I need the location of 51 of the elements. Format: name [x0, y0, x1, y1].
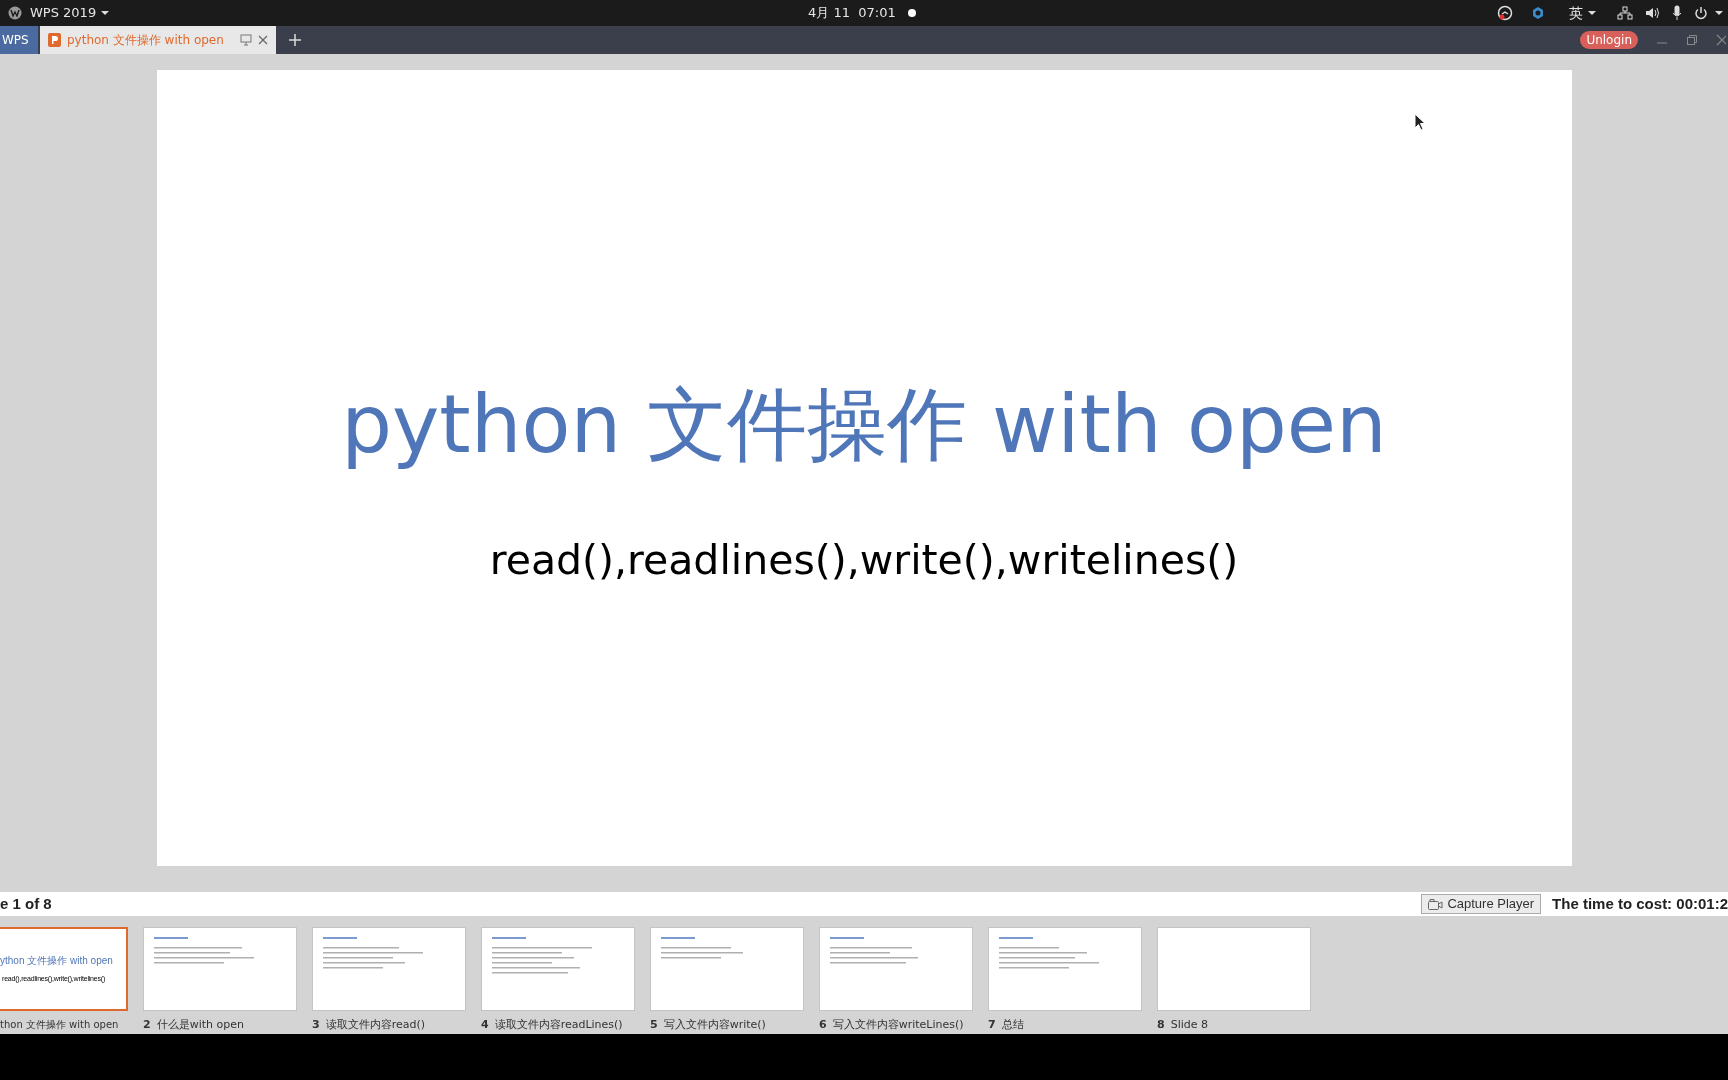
restore-icon[interactable] — [1686, 34, 1698, 46]
slide-label: 读取文件内容readLines() — [494, 1017, 623, 1033]
slide-thumbnail[interactable] — [481, 927, 635, 1011]
time-cost: The time to cost: 00:01:2 — [1552, 893, 1728, 914]
slide-thumbnail[interactable] — [819, 927, 973, 1011]
app-menu[interactable]: WPS 2019 — [26, 3, 115, 23]
slide-number: 2 — [143, 1017, 151, 1033]
thumbnail-title: ython 文件操作 with open — [0, 954, 113, 968]
tab-label: python 文件操作 with open — [67, 32, 224, 49]
mouse-cursor-icon — [1414, 113, 1426, 131]
slide-label: 什么是with open — [156, 1017, 244, 1033]
volume-icon[interactable] — [1645, 6, 1660, 20]
slide-subtitle: read(),readlines(),write(),writelines() — [489, 536, 1239, 584]
capture-player-button[interactable]: Capture Player — [1421, 894, 1542, 914]
slide-thumbnail[interactable] — [650, 927, 804, 1011]
slide-number: 8 — [1157, 1017, 1165, 1033]
slide-label: 写入文件内容write() — [663, 1017, 766, 1033]
slide-title: python 文件操作 with open — [341, 380, 1387, 470]
slide-label: Slide 8 — [1170, 1017, 1208, 1033]
wps-logo-icon — [8, 6, 22, 20]
slide-label: 读取文件内容read() — [325, 1017, 425, 1033]
slide-thumbnail[interactable] — [988, 927, 1142, 1011]
slide-number: 4 — [481, 1017, 489, 1033]
slide-number: 6 — [819, 1017, 827, 1033]
camera-icon — [1428, 898, 1444, 910]
close-icon[interactable] — [1716, 34, 1726, 46]
slide-label: 总结 — [1001, 1017, 1024, 1033]
home-tab[interactable]: WPS — [0, 26, 38, 54]
slide-number: 7 — [988, 1017, 996, 1033]
caret-icon[interactable] — [1714, 10, 1724, 16]
plus-icon — [289, 34, 301, 46]
slide-number: 3 — [312, 1017, 320, 1033]
caret-icon — [1587, 10, 1597, 16]
presentation-icon[interactable] — [240, 34, 252, 46]
slide-thumbnail[interactable] — [143, 927, 297, 1011]
microphone-icon[interactable] — [1672, 5, 1682, 21]
slide-counter: e 1 of 8 — [0, 893, 52, 914]
unlogin-button[interactable]: Unlogin — [1580, 31, 1638, 49]
slide-label: 写入文件内容writeLines() — [832, 1017, 964, 1033]
slide-label: thon 文件操作 with open — [0, 1018, 119, 1032]
slide-thumbnail[interactable] — [1157, 927, 1311, 1011]
close-icon[interactable] — [258, 35, 268, 45]
slide-number: 5 — [650, 1017, 658, 1033]
power-icon[interactable] — [1694, 6, 1708, 20]
app-tray-icon[interactable] — [1497, 5, 1513, 21]
network-icon[interactable] — [1617, 6, 1633, 20]
input-method-menu[interactable]: 英 — [1569, 2, 1597, 24]
slide-thumbnail[interactable] — [312, 927, 466, 1011]
caret-icon — [100, 10, 111, 16]
clock: 4月 11 07:01 — [808, 4, 896, 23]
presentation-file-icon — [48, 33, 61, 47]
